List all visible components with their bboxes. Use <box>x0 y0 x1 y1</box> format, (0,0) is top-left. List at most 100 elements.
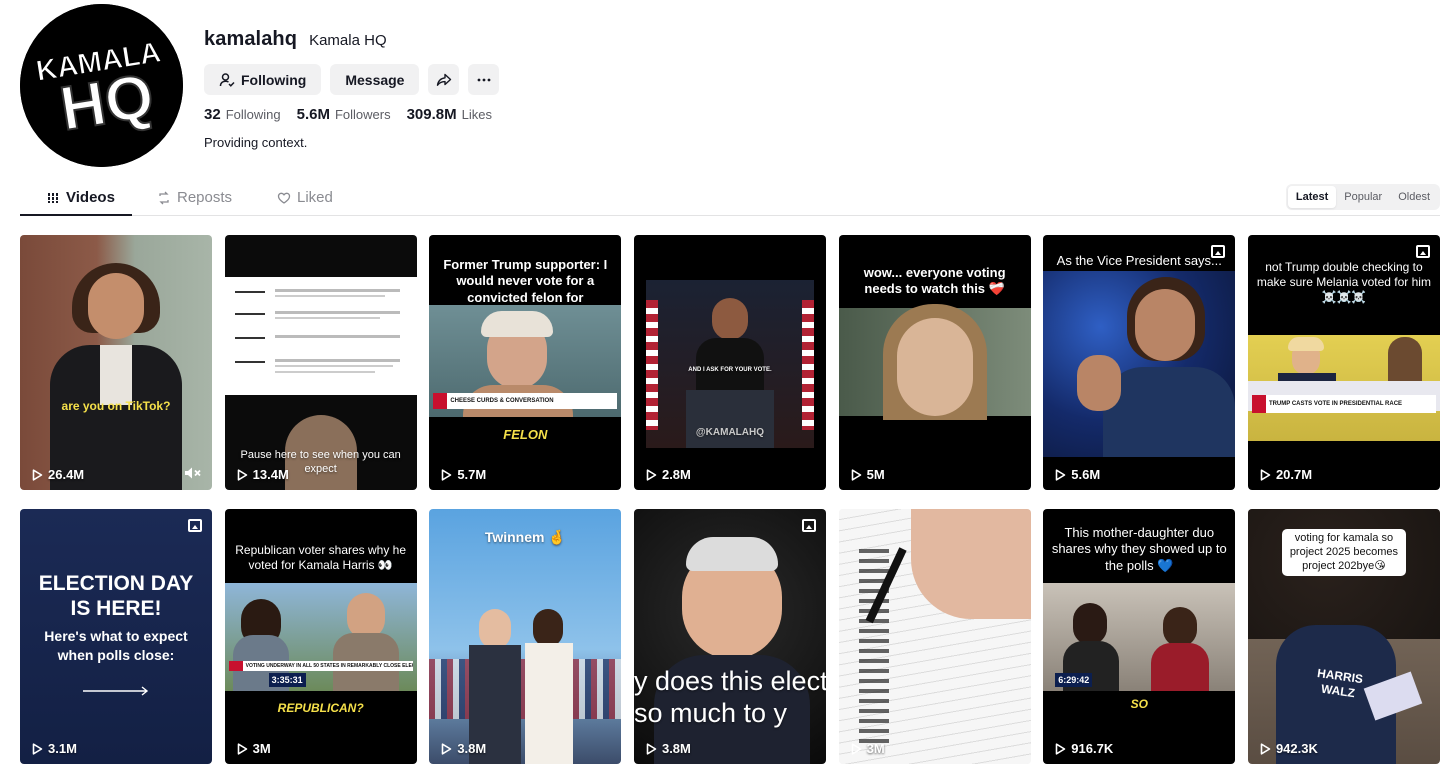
video-card[interactable]: 3M <box>838 509 1031 764</box>
news-chyron: VOTING UNDERWAY IN ALL 50 STATES IN REMA… <box>228 661 413 671</box>
video-overlay-text: y does this elect ter so much to y <box>633 666 826 729</box>
avatar-text-bottom: HQ <box>56 61 159 144</box>
thumb-harris-head <box>533 609 564 647</box>
following-button-label: Following <box>241 71 307 88</box>
video-card[interactable]: are you on TikTok? 26.4M <box>20 235 212 490</box>
video-overlay-text: Twinnem 🤞 <box>484 529 566 545</box>
thumb-schedule-sheet <box>224 277 417 395</box>
view-count-value: 942.3K <box>1275 741 1318 756</box>
video-card[interactable]: This mother-daughter duo shares why they… <box>1043 509 1236 764</box>
play-icon <box>1055 742 1066 755</box>
view-count: 26.4M <box>32 467 84 482</box>
sort-latest[interactable]: Latest <box>1287 186 1337 208</box>
share-icon <box>436 73 452 86</box>
profile-bio: Providing context. <box>204 135 308 150</box>
profile-actions: Following Message <box>204 64 500 95</box>
play-icon <box>442 468 452 481</box>
view-count-value: 13.4M <box>252 467 289 482</box>
video-caption: FELON <box>503 427 548 442</box>
profile-info: kamalahq Kamala HQ Following Message 32 … <box>204 28 500 150</box>
view-count: 916.7K <box>1055 741 1113 756</box>
stat-likes-number: 309.8M <box>406 106 457 123</box>
tab-liked-label: Liked <box>297 189 333 206</box>
play-icon <box>237 742 247 755</box>
thumb-harris-body <box>525 643 574 764</box>
stat-following-number: 32 <box>204 106 221 123</box>
video-card[interactable]: ELECTION DAY IS HERE! Here's what to exp… <box>20 509 212 764</box>
video-subtitle: AND I ASK FOR YOUR VOTE. <box>688 367 772 373</box>
play-icon <box>237 468 247 481</box>
view-count: 20.7M <box>1260 467 1312 482</box>
view-count: 2.8M <box>646 467 691 482</box>
view-count-value: 3.8M <box>661 741 691 756</box>
grid-lines-icon <box>47 192 59 203</box>
video-watermark: @KAMALAHQ <box>695 427 764 438</box>
name-row: kamalahq Kamala HQ <box>204 28 499 51</box>
play-icon <box>442 742 452 755</box>
arrow-right-icon <box>83 686 149 696</box>
tab-videos[interactable]: Videos <box>46 189 115 206</box>
stat-followers-label: Followers <box>334 107 391 122</box>
video-card[interactable]: HARRIS WALZ voting for kamala so project… <box>1247 509 1440 764</box>
sort-oldest[interactable]: Oldest <box>1390 186 1438 208</box>
thumb-woman-portrait <box>838 304 1031 420</box>
video-card[interactable]: Former Trump supporter: I would never vo… <box>429 235 622 490</box>
stat-following[interactable]: 32 Following <box>204 106 281 123</box>
play-icon <box>851 742 861 755</box>
view-count-value: 5M <box>866 467 885 482</box>
view-count: 942.3K <box>1260 741 1318 756</box>
tab-liked[interactable]: Liked <box>277 189 333 206</box>
photo-gallery-icon <box>1415 245 1430 258</box>
video-card[interactable]: wow... everyone voting needs to watch th… <box>838 235 1031 490</box>
play-icon <box>646 468 657 481</box>
video-card[interactable]: Republican voter shares why he voted for… <box>224 509 417 764</box>
view-count-value: 5.7M <box>457 467 487 482</box>
stat-followers-number: 5.6M <box>296 106 330 123</box>
video-card[interactable]: not Trump double checking to make sure M… <box>1247 235 1440 490</box>
mute-icon[interactable] <box>184 466 202 480</box>
stat-following-label: Following <box>225 107 281 122</box>
video-card[interactable]: As the Vice President says... 5.6M <box>1043 235 1236 490</box>
video-overlay-title: ELECTION DAY IS HERE! <box>38 572 194 621</box>
thumb-walz-hair <box>685 537 778 571</box>
video-card[interactable]: y does this elect ter so much to y 3.8M <box>633 509 826 764</box>
view-count: 5.7M <box>441 467 486 482</box>
view-count-value: 2.8M <box>661 467 691 482</box>
tab-reposts[interactable]: Reposts <box>157 189 232 206</box>
video-grid: are you on TikTok? 26.4M Pause here to s… <box>20 235 1440 764</box>
play-icon <box>646 742 657 755</box>
video-overlay-text: This mother-daughter duo shares why they… <box>1051 525 1227 573</box>
kamala-hq-logo: KAMALA HQ <box>20 4 183 167</box>
news-chyron: TRUMP CASTS VOTE IN PRESIDENTIAL RACE <box>1251 395 1436 413</box>
view-count-value: 3M <box>866 741 885 756</box>
view-count: 3.8M <box>441 741 486 756</box>
stat-likes-label: Likes <box>461 107 492 122</box>
video-card[interactable]: Pause here to see when you can expect 13… <box>224 235 417 490</box>
repost-icon <box>159 191 169 204</box>
profile-avatar[interactable]: KAMALA HQ <box>20 4 183 167</box>
stat-followers[interactable]: 5.6M Followers <box>297 106 391 123</box>
view-count: 3.1M <box>32 741 77 756</box>
view-count: 5M <box>851 467 885 482</box>
sort-popular[interactable]: Popular <box>1336 186 1390 208</box>
video-card[interactable]: Twinnem 🤞 3.8M <box>429 509 622 764</box>
view-count: 3M <box>851 741 885 756</box>
broadcast-clock: 6:29:42 <box>1055 673 1093 687</box>
play-icon <box>851 468 861 481</box>
message-button[interactable]: Message <box>330 64 420 95</box>
nickname: Kamala HQ <box>309 32 387 49</box>
news-chyron: CHEESE CURDS & CONVERSATION <box>433 393 618 409</box>
profile-tabs: Videos Reposts Liked <box>20 181 1440 216</box>
thumb-rally-stage <box>645 280 814 448</box>
username: kamalahq <box>204 28 298 50</box>
share-button[interactable] <box>428 64 460 95</box>
play-icon <box>32 742 43 755</box>
video-card[interactable]: AND I ASK FOR YOUR VOTE. @KAMALAHQ 2.8M <box>633 235 826 490</box>
stat-likes: 309.8M Likes <box>407 106 492 123</box>
more-options-button[interactable] <box>468 64 500 95</box>
photo-gallery-icon <box>801 519 816 532</box>
view-count-value: 3M <box>252 741 271 756</box>
thumb-walz-head <box>479 609 512 649</box>
following-button[interactable]: Following <box>204 64 322 95</box>
tab-reposts-label: Reposts <box>177 189 233 206</box>
